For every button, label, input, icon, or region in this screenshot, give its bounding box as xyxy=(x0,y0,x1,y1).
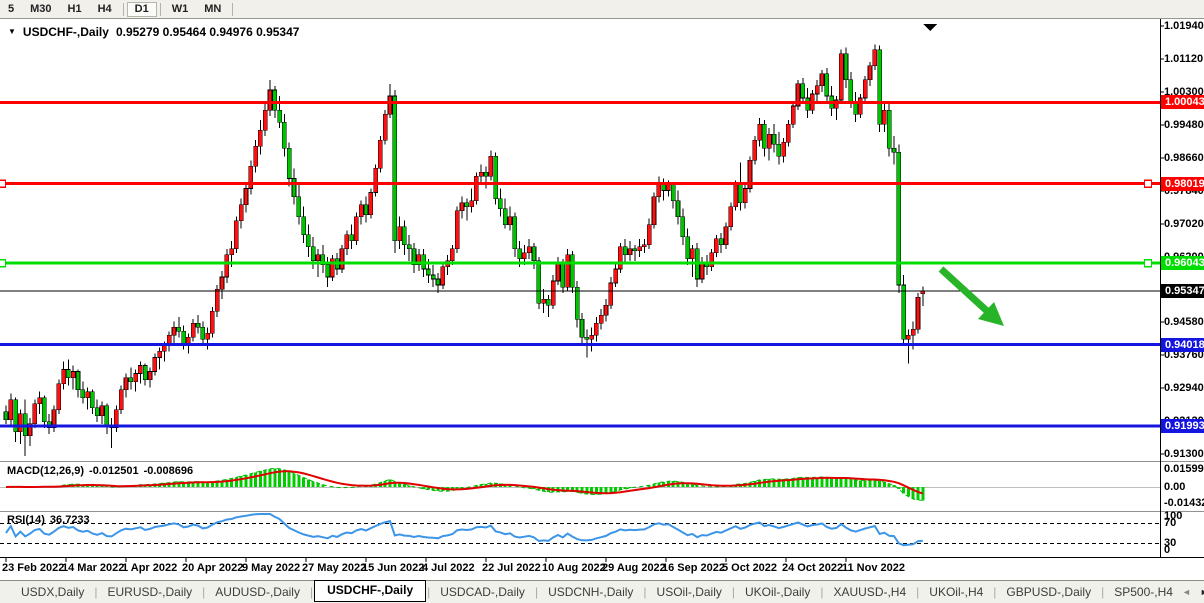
macd-value: -0.012501 xyxy=(89,465,139,477)
hline-handle[interactable] xyxy=(0,260,6,267)
period-button-h1[interactable]: H1 xyxy=(60,2,90,17)
period-button-m30[interactable]: M30 xyxy=(22,2,59,17)
tab-separator: | xyxy=(1101,585,1104,599)
tab-usdcnh-daily[interactable]: USDCNH-,Daily xyxy=(539,582,642,602)
rsi-name: RSI(14) xyxy=(7,514,45,526)
down-trend-arrow[interactable] xyxy=(941,269,1004,326)
chart-canvas[interactable] xyxy=(0,0,1204,603)
tab-xauusd-h4[interactable]: XAUUSD-,H4 xyxy=(824,582,915,602)
ohlc-values: 0.95279 0.95464 0.94976 0.95347 xyxy=(116,25,300,39)
symbol-dropdown-icon[interactable]: ▼ xyxy=(8,27,16,37)
tab-usdchf-daily[interactable]: USDCHF-,Daily xyxy=(314,580,426,602)
tab-scroll-arrows: ◄► xyxy=(1182,587,1204,597)
tab-separator: | xyxy=(310,585,313,599)
bar-position-marker-icon xyxy=(923,24,937,31)
tab-separator: | xyxy=(916,585,919,599)
tab-ukoil-h4[interactable]: UKOil-,H4 xyxy=(920,582,992,602)
candlestick-series xyxy=(4,45,925,457)
symbol-timeframe-label: USDCHF-,Daily xyxy=(23,25,109,39)
macd-name: MACD(12,26,9) xyxy=(7,465,84,477)
tab-usdx-daily[interactable]: USDX,Daily xyxy=(12,582,93,602)
tab-ukoil-daily[interactable]: UKOil-,Daily xyxy=(736,582,819,602)
tab-separator: | xyxy=(202,585,205,599)
rsi-value: 36.7233 xyxy=(50,514,90,526)
tab-audusd-daily[interactable]: AUDUSD-,Daily xyxy=(206,582,309,602)
rsi-line xyxy=(6,514,923,545)
tab-usdcad-daily[interactable]: USDCAD-,Daily xyxy=(431,582,534,602)
tab-usoil-daily[interactable]: USOil-,Daily xyxy=(648,582,731,602)
tab-separator: | xyxy=(993,585,996,599)
tab-separator: | xyxy=(427,585,430,599)
toolbar-separator xyxy=(160,3,161,16)
rsi-label: RSI(14) 36.7233 xyxy=(7,514,90,526)
tab-separator: | xyxy=(732,585,735,599)
macd-signal-value: -0.008696 xyxy=(144,465,194,477)
hline-handle[interactable] xyxy=(0,180,6,187)
tab-separator: | xyxy=(535,585,538,599)
mt4-chart-window: 5M30H1H4 D1 W1MN ▼ USDCHF-,Daily 0.95279 0… xyxy=(0,0,1204,603)
period-button-5[interactable]: 5 xyxy=(0,2,22,17)
scroll-right-icon[interactable]: ► xyxy=(1200,587,1204,597)
toolbar-separator xyxy=(123,3,124,16)
tab-sp500-h4[interactable]: SP500-,H4 xyxy=(1105,582,1182,602)
macd-label: MACD(12,26,9) -0.012501 -0.008696 xyxy=(7,465,193,477)
tab-separator: | xyxy=(643,585,646,599)
tab-gbpusd-daily[interactable]: GBPUSD-,Daily xyxy=(997,582,1100,602)
period-button-d1[interactable]: D1 xyxy=(127,2,157,17)
hline-handle[interactable] xyxy=(1145,180,1152,187)
period-button-w1[interactable]: W1 xyxy=(164,2,197,17)
hline-handle[interactable] xyxy=(1145,260,1152,267)
tab-separator: | xyxy=(820,585,823,599)
toolbar-separator xyxy=(232,3,233,16)
tab-eurusd-daily[interactable]: EURUSD-,Daily xyxy=(98,582,201,602)
timeframe-toolbar: 5M30H1H4 D1 W1MN xyxy=(0,0,1204,19)
scroll-left-icon[interactable]: ◄ xyxy=(1182,587,1191,597)
tab-separator: | xyxy=(94,585,97,599)
chart-title: ▼ USDCHF-,Daily 0.95279 0.95464 0.94976 … xyxy=(8,25,299,39)
symbol-tabbar: USDX,Daily|EURUSD-,Daily|AUDUSD-,Daily|U… xyxy=(0,580,1204,603)
period-button-mn[interactable]: MN xyxy=(196,2,229,17)
period-button-h4[interactable]: H4 xyxy=(90,2,120,17)
